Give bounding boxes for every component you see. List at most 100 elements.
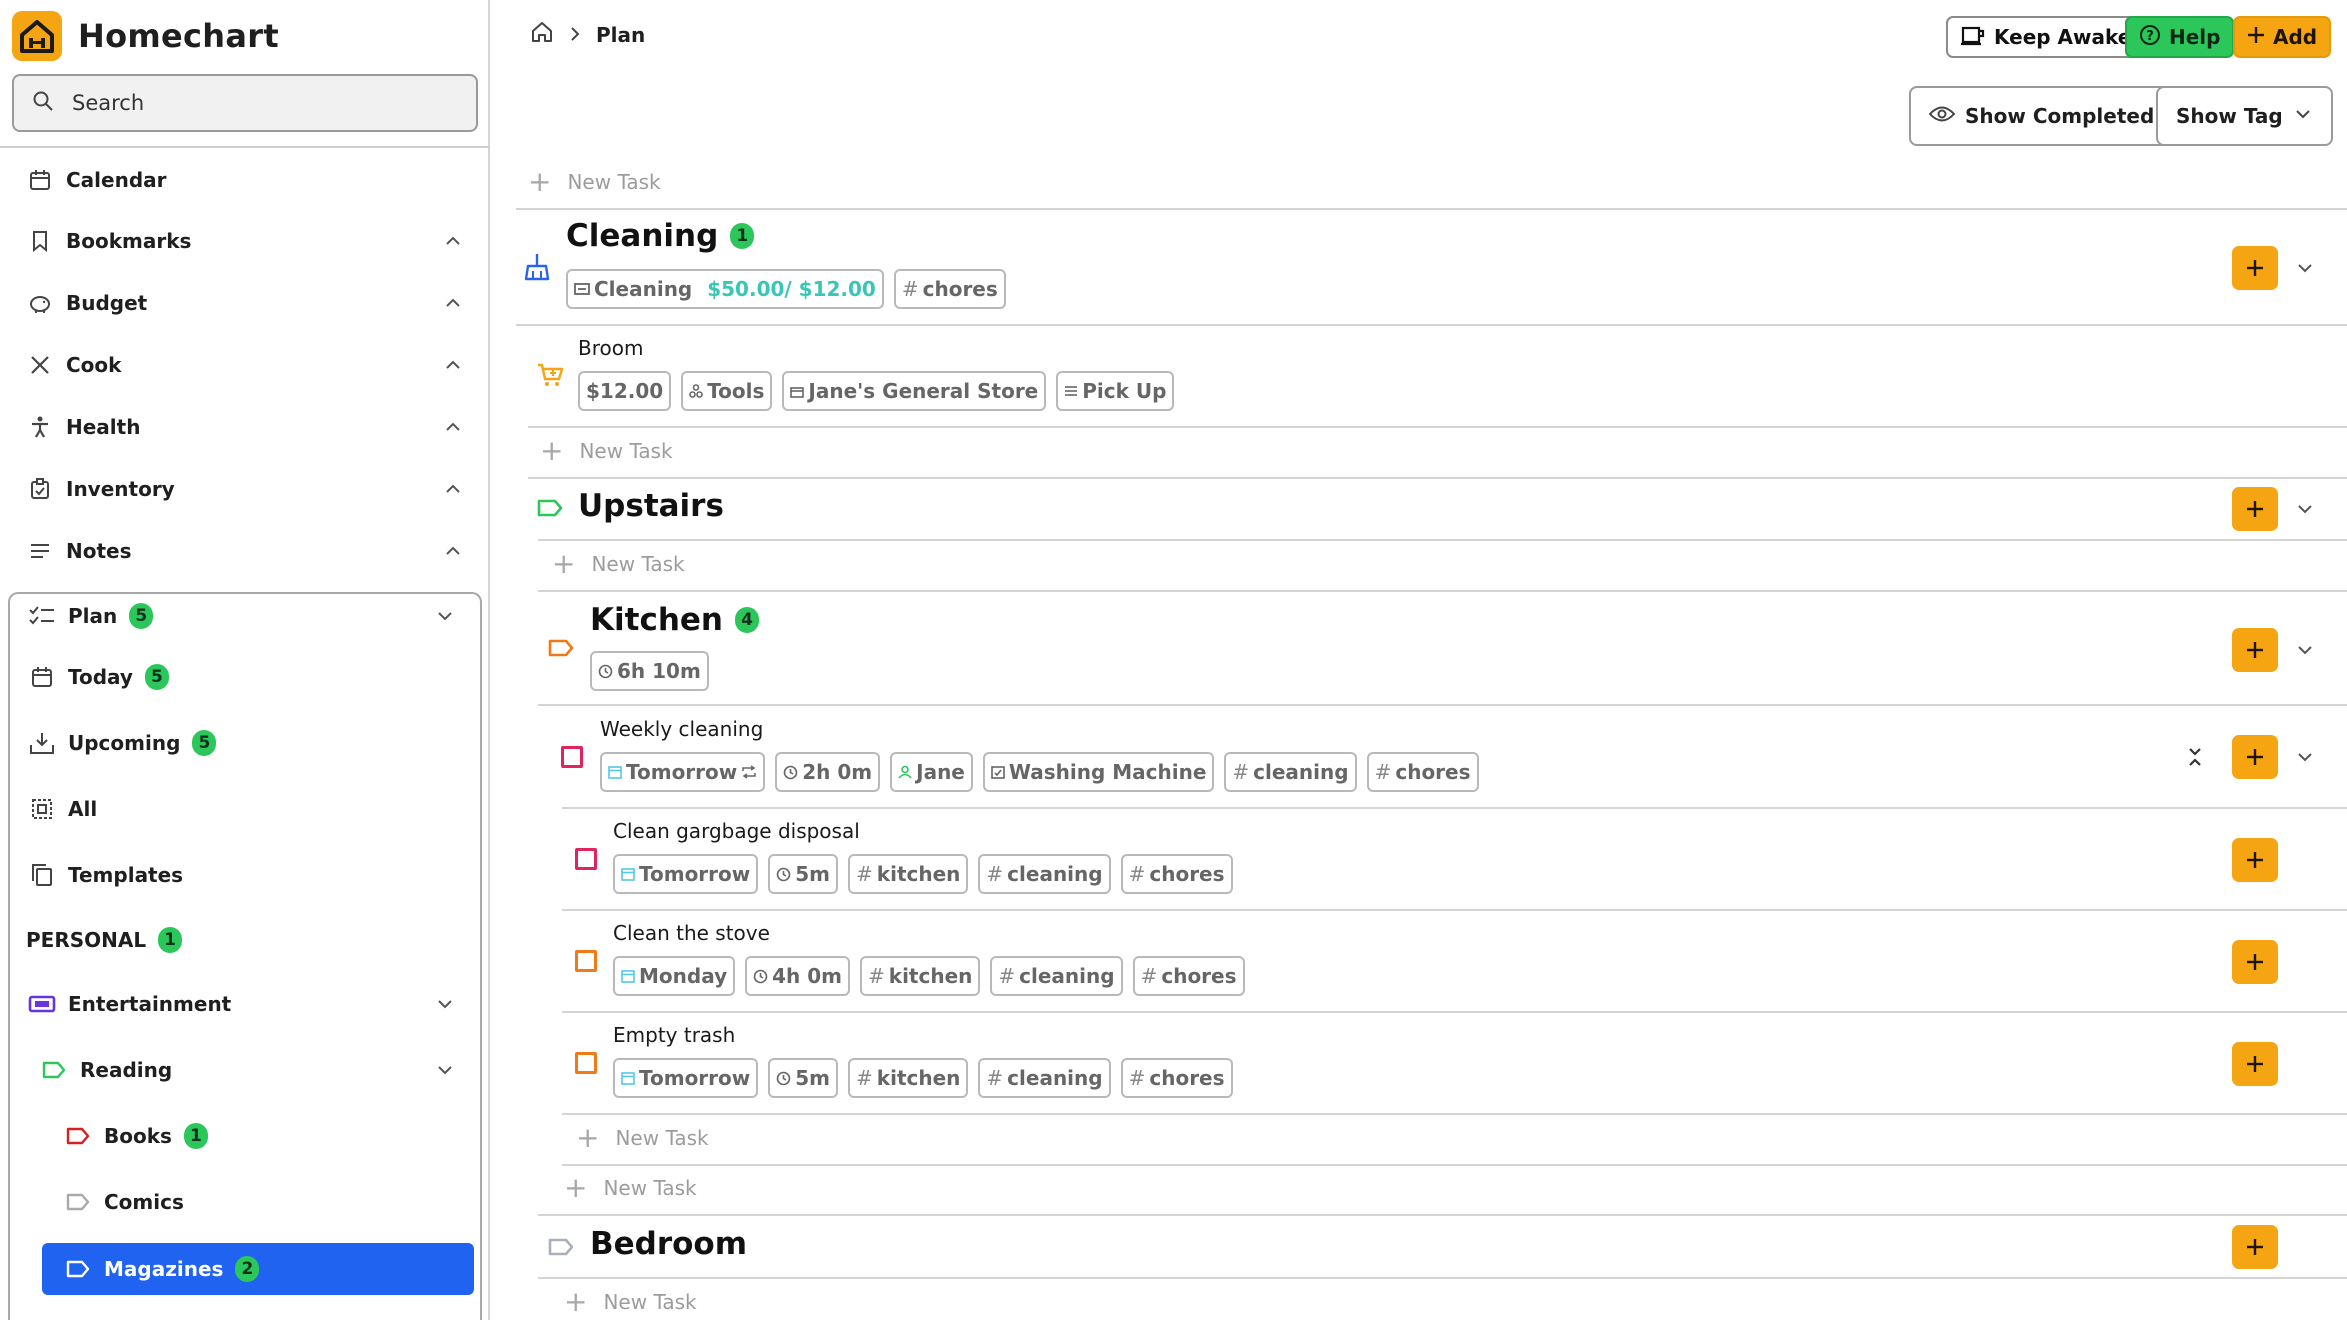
chevron-down-icon[interactable] [434,1059,456,1081]
task-checkbox[interactable] [575,848,597,870]
chevron-up-icon[interactable] [442,354,464,376]
new-task-input[interactable]: + New Task [576,1124,709,1152]
duration-chip[interactable]: 5m [768,1058,839,1098]
assignee-chip[interactable]: Jane [890,752,973,792]
add-task-button[interactable] [2232,940,2278,984]
add-task-button[interactable] [2232,838,2278,882]
chevron-down-icon[interactable] [434,993,456,1015]
plus-icon: + [576,1121,600,1154]
collapse-icon[interactable] [2186,746,2204,768]
new-task-input[interactable]: + New Task [540,437,673,465]
search-box[interactable] [12,74,478,132]
tag-chip[interactable]: # kitchen [848,1058,969,1098]
help-button[interactable]: ? Help [2125,16,2235,58]
tag-chip[interactable]: # kitchen [848,854,969,894]
keep-awake-button[interactable]: Keep Awake [1946,16,2146,58]
task-title[interactable]: Weekly cleaning [600,717,763,741]
budget-chip[interactable]: Cleaning $50.00/ $12.00 [566,269,884,309]
duration-chip[interactable]: 6h 10m [590,651,709,691]
chevron-down-icon[interactable] [2294,746,2316,768]
add-task-button[interactable] [2232,628,2278,672]
sidebar-item-notes[interactable]: Notes [0,523,480,579]
task-title[interactable]: Broom [578,336,643,360]
sidebar-item-health[interactable]: Health [0,399,480,455]
sidebar-item-templates[interactable]: Templates [8,847,482,903]
sidebar-item-plan[interactable]: Plan 5 [8,588,482,644]
date-chip[interactable]: Monday [613,956,736,996]
sidebar-item-reading[interactable]: Reading [8,1042,482,1098]
date-chip[interactable]: Tomorrow [600,752,766,792]
tag-chip[interactable]: # cleaning [978,1058,1111,1098]
category-chip[interactable]: Tools [681,371,773,411]
sidebar-item-budget[interactable]: Budget [0,275,480,331]
new-task-input[interactable]: + New Task [564,1174,697,1202]
tag-chip[interactable]: # chores [1366,752,1479,792]
new-task-input[interactable]: + New Task [552,550,685,578]
plus-icon: + [528,165,552,198]
sidebar-item-today[interactable]: Today 5 [8,649,482,705]
store-chip[interactable]: Jane's General Store [782,371,1047,411]
new-task-input[interactable]: + New Task [528,168,661,196]
price-chip[interactable]: $12.00 [578,371,672,411]
chevron-up-icon[interactable] [442,540,464,562]
group-title-bedroom[interactable]: Bedroom [590,1226,747,1262]
sidebar-item-comics[interactable]: Comics [8,1174,482,1230]
new-task-input[interactable]: + New Task [564,1288,697,1316]
search-input[interactable] [72,91,452,115]
add-task-button[interactable] [2232,1225,2278,1269]
home-icon[interactable] [530,20,554,49]
group-title-cleaning[interactable]: Cleaning 1 [566,218,755,254]
inventory-chip[interactable]: Washing Machine [982,752,1215,792]
chevron-up-icon[interactable] [442,292,464,314]
task-title[interactable]: Clean the stove [613,921,770,945]
tag-chip[interactable]: # chores [1120,1058,1233,1098]
chevron-down-icon[interactable] [2294,257,2316,279]
task-checkbox[interactable] [575,950,597,972]
add-task-button[interactable] [2232,1042,2278,1086]
date-chip[interactable]: Tomorrow [613,1058,759,1098]
brand[interactable]: Homechart [12,10,279,62]
tag-chip[interactable]: # cleaning [978,854,1111,894]
sidebar-item-cook[interactable]: Cook [0,337,480,393]
chevron-up-icon[interactable] [442,478,464,500]
show-completed-button[interactable]: Show Completed [1909,86,2175,146]
sidebar-item-upcoming[interactable]: Upcoming 5 [8,715,482,771]
sidebar-item-bookmarks[interactable]: Bookmarks [0,213,480,269]
task-title[interactable]: Clean gargbage disposal [613,819,860,843]
chevron-down-icon[interactable] [2294,498,2316,520]
duration-chip[interactable]: 4h 0m [745,956,850,996]
sidebar-item-label: Plan [68,604,118,628]
sidebar-item-inventory[interactable]: Inventory [0,461,480,517]
show-tag-dropdown[interactable]: Show Tag [2156,86,2333,146]
tag-chip[interactable]: # cleaning [990,956,1123,996]
group-title-kitchen[interactable]: Kitchen 4 [590,602,760,638]
group-title-upstairs[interactable]: Upstairs [578,488,724,524]
add-task-button[interactable] [2232,735,2278,779]
coffee-icon [1960,23,1986,52]
duration-chip[interactable]: 2h 0m [775,752,881,792]
count-badge: 1 [158,927,183,953]
chevron-up-icon[interactable] [442,416,464,438]
duration-chip[interactable]: 5m [768,854,839,894]
sidebar-item-all[interactable]: All [8,781,482,837]
tag-chip[interactable]: # chores [893,269,1006,309]
sidebar-item-calendar[interactable]: Calendar [0,152,480,208]
add-task-button[interactable] [2232,487,2278,531]
chevron-down-icon[interactable] [2294,639,2316,661]
task-checkbox[interactable] [561,746,583,768]
status-chip[interactable]: Pick Up [1056,371,1175,411]
sidebar-item-books[interactable]: Books 1 [8,1108,482,1164]
add-task-button[interactable] [2232,246,2278,290]
tag-chip[interactable]: # chores [1120,854,1233,894]
task-title[interactable]: Empty trash [613,1023,735,1047]
sidebar-item-entertainment[interactable]: Entertainment [8,976,482,1032]
date-chip[interactable]: Tomorrow [613,854,759,894]
chevron-up-icon[interactable] [442,230,464,252]
sidebar-item-magazines[interactable]: Magazines 2 [8,1241,482,1297]
tag-chip[interactable]: # kitchen [860,956,981,996]
task-checkbox[interactable] [575,1052,597,1074]
tag-chip[interactable]: # cleaning [1224,752,1357,792]
tag-chip[interactable]: # chores [1132,956,1245,996]
chevron-down-icon[interactable] [434,605,456,627]
add-button[interactable]: Add [2233,16,2332,58]
